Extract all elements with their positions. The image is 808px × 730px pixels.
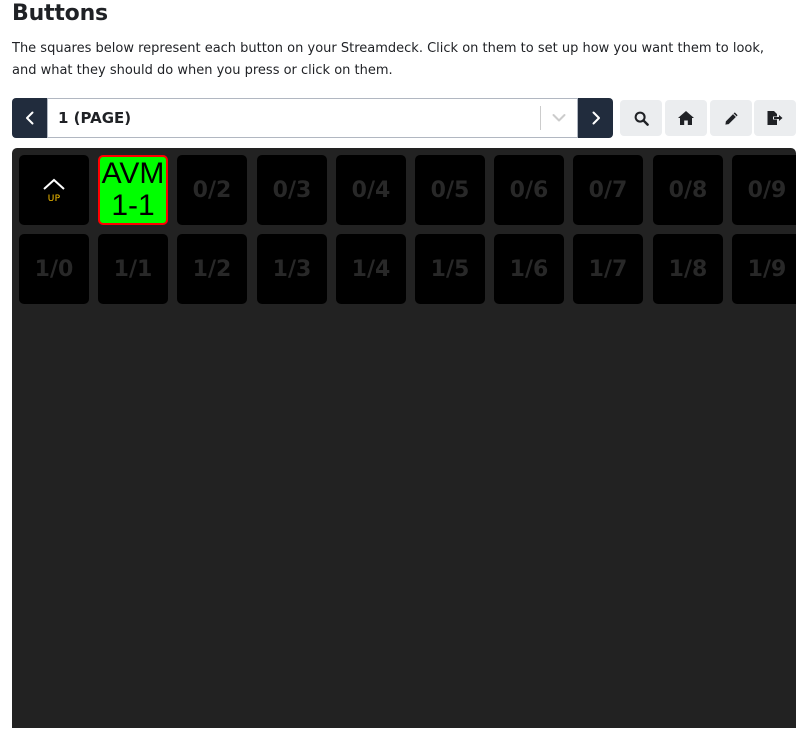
page-title: Buttons [12,1,108,26]
page-description: The squares below represent each button … [12,41,765,78]
next-page-button[interactable] [578,98,613,138]
grid-key[interactable]: 1/1 [98,234,168,304]
grid-key[interactable]: 1/6 [494,234,564,304]
grid-key[interactable]: 0/5 [415,155,485,225]
grid-key[interactable]: 0/3 [257,155,327,225]
grid-key[interactable]: 0/9 [732,155,796,225]
grid-key-up[interactable]: UP [19,155,89,225]
grid-key-label: 0/9 [747,177,787,203]
grid-key-label: 1/5 [430,256,470,282]
button-grid: UP AVM 1-1 0/2 0/3 0/4 0/5 0/6 0/7 0/8 0… [12,148,796,728]
grid-key-label: 1/9 [747,256,787,282]
chevron-left-icon [25,111,33,125]
grid-key-label: 0/8 [668,177,708,203]
search-button[interactable] [620,100,662,136]
dropdown-toggle[interactable] [541,99,577,137]
grid-key-label: 1/7 [588,256,628,282]
chevron-right-icon [592,111,600,125]
grid-key-label: 0/6 [509,177,549,203]
home-button[interactable] [665,100,707,136]
grid-key[interactable]: 1/4 [336,234,406,304]
grid-key-label: 1/1 [113,256,153,282]
export-button[interactable] [754,100,796,136]
grid-key-label: 0/3 [272,177,312,203]
grid-key-label: 1/4 [351,256,391,282]
grid-key[interactable]: 1/2 [177,234,247,304]
grid-key[interactable]: 1/8 [653,234,723,304]
export-icon [767,111,783,125]
grid-key[interactable]: 1/5 [415,234,485,304]
grid-key-label: 1/8 [668,256,708,282]
chevron-up-icon [43,178,65,190]
grid-key[interactable]: 0/2 [177,155,247,225]
chevron-down-icon [552,114,566,122]
home-icon [678,111,694,125]
edit-button[interactable] [710,100,752,136]
grid-key[interactable]: 0/7 [573,155,643,225]
grid-key-avm[interactable]: AVM 1-1 [98,155,168,225]
avm-key-line2: 1-1 [111,189,155,222]
page-select-value: 1 (PAGE) [58,109,132,127]
grid-key[interactable]: 1/7 [573,234,643,304]
grid-key[interactable]: 0/8 [653,155,723,225]
grid-key-label: 0/4 [351,177,391,203]
grid-key-label: 0/7 [588,177,628,203]
page-select[interactable]: 1 (PAGE) [47,98,578,138]
grid-key[interactable]: 0/6 [494,155,564,225]
grid-key[interactable]: 1/9 [732,234,796,304]
grid-key[interactable]: 1/3 [257,234,327,304]
grid-key-label: 0/2 [192,177,232,203]
grid-key-label: 1/2 [192,256,232,282]
up-key-label: UP [47,193,61,204]
pencil-icon [724,111,738,125]
grid-key-label: 1/3 [272,256,312,282]
grid-key[interactable]: 0/4 [336,155,406,225]
grid-key-label: 1/6 [509,256,549,282]
avm-key-line1: AVM [101,157,165,190]
buttons-page: Buttons The squares below represent each… [0,0,808,730]
page-toolbar: 1 (PAGE) [12,98,796,138]
grid-key-label: 1/0 [34,256,74,282]
previous-page-button[interactable] [12,98,47,138]
grid-key-label: 0/5 [430,177,470,203]
search-icon [634,111,649,126]
grid-key[interactable]: 1/0 [19,234,89,304]
